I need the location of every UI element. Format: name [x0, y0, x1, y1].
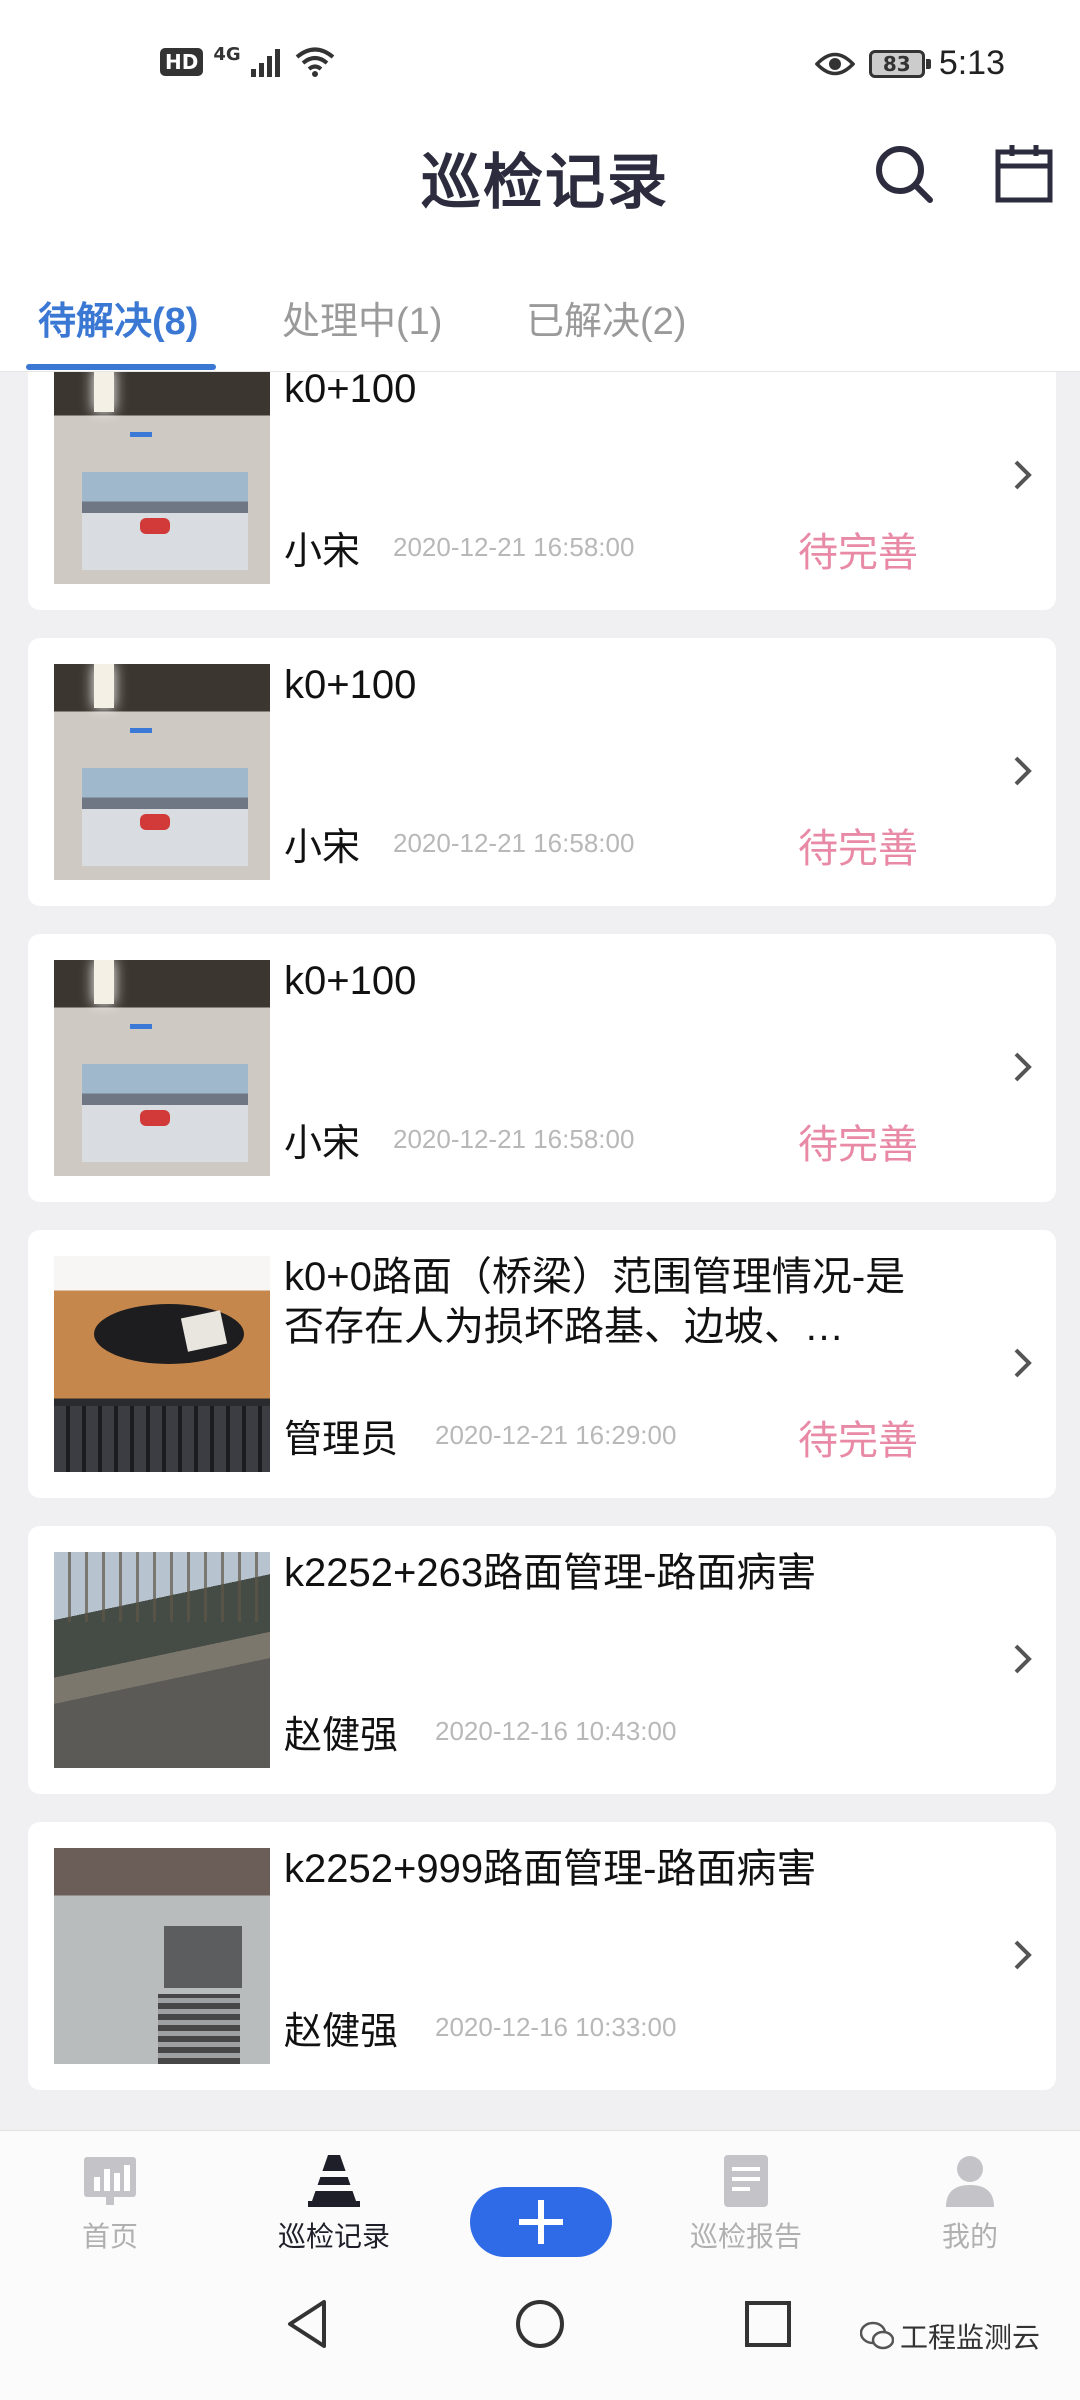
add-record-button[interactable] — [470, 2187, 612, 2257]
record-card[interactable]: k2252+999路面管理-路面病害 赵健强 2020-12-16 10:33:… — [28, 1822, 1056, 2090]
record-thumbnail — [54, 1256, 270, 1472]
dashboard-icon — [84, 2157, 136, 2205]
record-time: 2020-12-16 10:33:00 — [435, 2012, 677, 2042]
record-card[interactable]: k2252+263路面管理-路面病害 赵健强 2020-12-16 10:43:… — [28, 1526, 1056, 1794]
wifi-icon — [295, 47, 334, 77]
back-icon[interactable] — [280, 2294, 340, 2354]
tab-bar: 待解决(8) 处理中(1) 已解决(2) — [0, 230, 1080, 372]
record-time: 2020-12-21 16:58:00 — [393, 532, 635, 562]
chevron-right-icon — [1014, 460, 1032, 490]
nav-label: 巡检报告 — [689, 2220, 802, 2253]
report-icon — [724, 2155, 768, 2207]
status-bar: HD 4G 83 5:13 — [0, 0, 1080, 120]
record-user: 赵健强 — [284, 2009, 399, 2053]
home-icon[interactable] — [510, 2294, 570, 2354]
record-user: 小宋 — [284, 1121, 361, 1165]
recents-icon[interactable] — [738, 2294, 798, 2354]
record-time: 2020-12-16 10:43:00 — [435, 1716, 677, 1746]
record-title: k2252+263路面管理-路面病害 — [284, 1551, 817, 1595]
plus-icon — [519, 2200, 563, 2244]
record-list[interactable]: k0+100 小宋 2020-12-21 16:58:00 待完善 k0+100… — [0, 372, 1080, 2130]
record-thumbnail — [54, 960, 270, 1176]
record-thumbnail — [54, 1848, 270, 2064]
watermark: 工程监测云 — [860, 2316, 1040, 2356]
record-card[interactable]: k0+100 小宋 2020-12-21 16:58:00 待完善 — [28, 372, 1056, 610]
status-left: HD 4G — [160, 43, 335, 78]
record-time: 2020-12-21 16:58:00 — [393, 1124, 635, 1154]
record-time: 2020-12-21 16:29:00 — [435, 1420, 677, 1450]
status-right: 83 5:13 — [814, 44, 1005, 83]
wechat-icon — [860, 2321, 894, 2350]
record-title: k0+0路面（桥梁）范围管理情况-是否存在人为损坏路基、边坡、… — [284, 1255, 906, 1349]
watermark-text: 工程监测云 — [900, 2321, 1041, 2354]
record-card[interactable]: k0+100 小宋 2020-12-21 16:58:00 待完善 — [28, 638, 1056, 906]
system-navigation-bar: 工程监测云 — [0, 2262, 1080, 2400]
record-user: 小宋 — [284, 825, 361, 869]
chevron-right-icon — [1014, 1644, 1032, 1674]
record-thumbnail — [54, 664, 270, 880]
profile-icon — [946, 2156, 994, 2207]
chevron-right-icon — [1014, 1940, 1032, 1970]
record-status: 待完善 — [798, 1418, 918, 1464]
tab-in-progress[interactable]: 处理中(1) — [282, 290, 442, 345]
record-status: 待完善 — [798, 826, 918, 872]
record-user: 小宋 — [284, 529, 361, 573]
clock: 5:13 — [938, 44, 1005, 82]
nav-profile[interactable]: 我的 — [880, 2131, 1060, 2263]
record-title: k0+100 — [284, 663, 417, 707]
nav-inspection-records[interactable]: 巡检记录 — [244, 2131, 424, 2263]
record-thumbnail — [54, 1552, 270, 1768]
signal-icon — [250, 49, 280, 77]
hd-badge: HD — [160, 48, 204, 76]
battery-indicator: 83 — [868, 49, 931, 78]
active-tab-indicator — [26, 364, 216, 370]
record-user: 管理员 — [284, 1417, 399, 1461]
nav-home[interactable]: 首页 — [20, 2131, 200, 2263]
traffic-cone-icon — [308, 2155, 360, 2207]
chevron-right-icon — [1014, 1052, 1032, 1082]
nav-label: 我的 — [941, 2220, 998, 2253]
header: 巡检记录 — [0, 120, 1080, 230]
nav-label: 巡检记录 — [277, 2220, 390, 2253]
record-title: k0+100 — [284, 372, 417, 411]
record-title: k2252+999路面管理-路面病害 — [284, 1847, 817, 1891]
eye-icon — [814, 52, 855, 75]
record-user: 赵健强 — [284, 1713, 399, 1757]
record-time: 2020-12-21 16:58:00 — [393, 828, 635, 858]
search-icon[interactable] — [872, 142, 936, 206]
record-card[interactable]: k0+100 小宋 2020-12-21 16:58:00 待完善 — [28, 934, 1056, 1202]
record-status: 待完善 — [798, 530, 918, 576]
chevron-right-icon — [1014, 1348, 1032, 1378]
record-title: k0+100 — [284, 959, 417, 1003]
calendar-icon[interactable] — [992, 142, 1056, 206]
tab-pending[interactable]: 待解决(8) — [38, 290, 198, 345]
chevron-right-icon — [1014, 756, 1032, 786]
record-thumbnail — [54, 372, 270, 584]
record-card[interactable]: k0+0路面（桥梁）范围管理情况-是否存在人为损坏路基、边坡、… 管理员 202… — [28, 1230, 1056, 1498]
network-type: 4G — [213, 43, 241, 65]
tab-resolved[interactable]: 已解决(2) — [526, 290, 686, 345]
nav-inspection-report[interactable]: 巡检报告 — [656, 2131, 836, 2263]
record-status: 待完善 — [798, 1122, 918, 1168]
nav-label: 首页 — [81, 2220, 138, 2253]
